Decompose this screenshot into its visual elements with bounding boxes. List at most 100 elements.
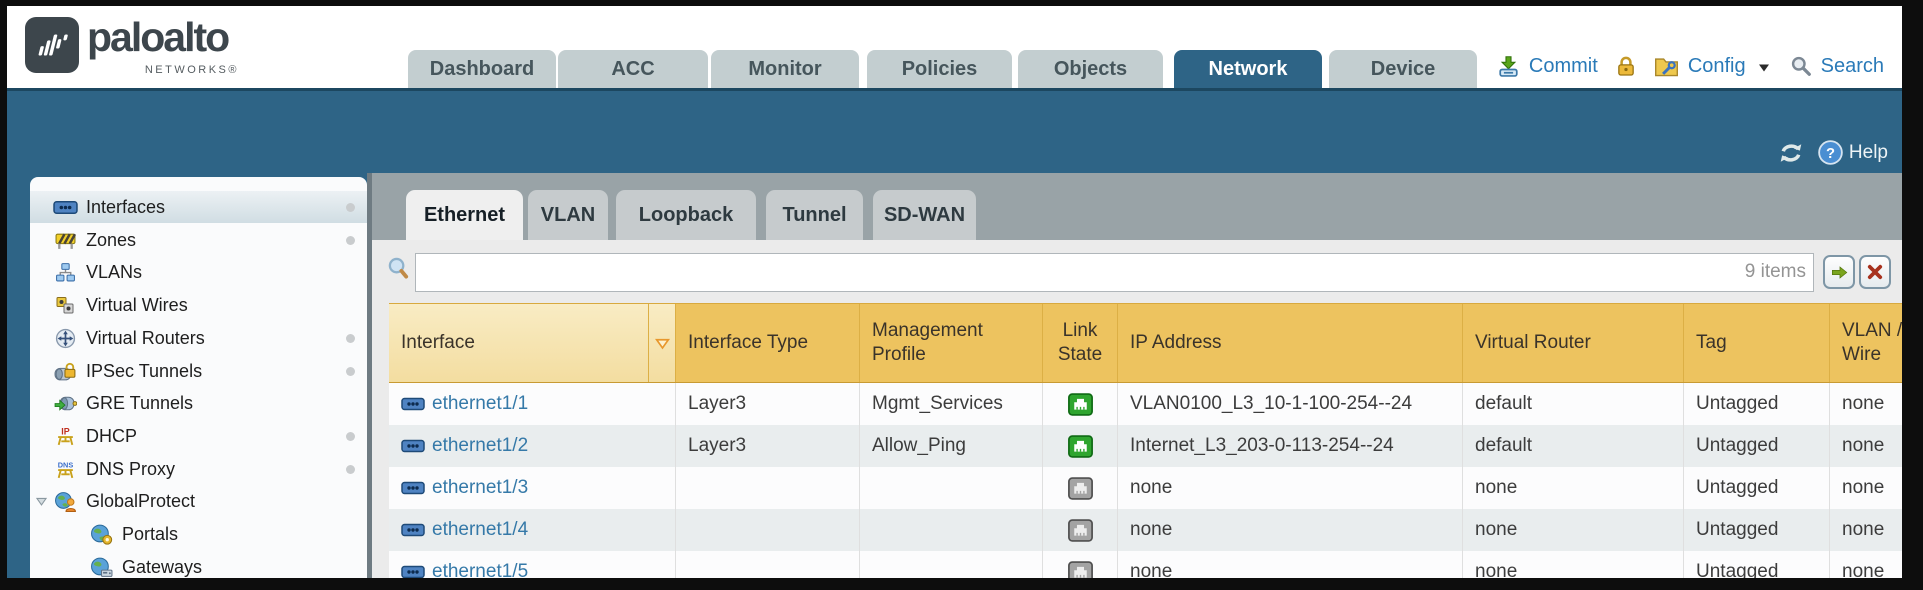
tab-sd-wan[interactable]: SD-WAN bbox=[873, 190, 976, 240]
tab-device[interactable]: Device bbox=[1329, 50, 1477, 88]
pan-os-window: paloalto NETWORKS® DashboardACCMonitorPo… bbox=[0, 0, 1923, 590]
gateways-icon bbox=[88, 557, 114, 578]
sidebar-item-dhcp[interactable]: IPDHCP bbox=[30, 420, 367, 452]
link-up-icon bbox=[1068, 393, 1093, 416]
cell-link-state bbox=[1043, 383, 1118, 425]
sidebar-item-interfaces[interactable]: Interfaces bbox=[30, 191, 367, 223]
sidebar-item-label: DHCP bbox=[86, 426, 137, 447]
clear-filter-button[interactable] bbox=[1859, 255, 1891, 289]
table-row[interactable]: ethernet1/4nonenoneUntaggednone bbox=[389, 509, 1902, 551]
table-row[interactable]: ethernet1/2Layer3Allow_PingInternet_L3_2… bbox=[389, 425, 1902, 467]
interface-link[interactable]: ethernet1/3 bbox=[432, 477, 528, 499]
interface-link[interactable]: ethernet1/4 bbox=[432, 519, 528, 541]
tab-loopback[interactable]: Loopback bbox=[616, 190, 756, 240]
tab-dashboard[interactable]: Dashboard bbox=[408, 50, 556, 88]
interfaces-icon bbox=[52, 199, 78, 216]
chevron-down-icon[interactable] bbox=[1757, 63, 1771, 73]
expander-icon[interactable] bbox=[35, 495, 48, 513]
sidebar-item-zones[interactable]: Zones bbox=[30, 224, 367, 256]
refresh-icon[interactable] bbox=[1778, 141, 1804, 165]
ipsec-tunnels-icon bbox=[52, 362, 78, 381]
sidebar-item-virtual-routers[interactable]: Virtual Routers bbox=[30, 322, 367, 354]
column-header-tag[interactable]: Tag bbox=[1684, 304, 1830, 382]
commit-button[interactable]: Commit bbox=[1529, 55, 1598, 78]
link-up-icon bbox=[1068, 435, 1093, 458]
cell-tag: Untagged bbox=[1684, 467, 1830, 509]
interface-link[interactable]: ethernet1/5 bbox=[432, 561, 528, 578]
column-header-link-state[interactable]: Link State bbox=[1043, 304, 1118, 382]
tab-monitor[interactable]: Monitor bbox=[711, 50, 859, 88]
cell-vlan-wire: none bbox=[1830, 383, 1902, 425]
column-header-vlan-wire[interactable]: VLAN / Wire bbox=[1830, 304, 1902, 382]
column-header-interface-type[interactable]: Interface Type bbox=[676, 304, 860, 382]
table-row[interactable]: ethernet1/5nonenoneUntaggednone bbox=[389, 551, 1902, 578]
cell-ip-address: VLAN0100_L3_10-1-100-254--24 bbox=[1118, 383, 1463, 425]
cell-interface: ethernet1/2 bbox=[389, 425, 676, 467]
sidebar-item-dns-proxy[interactable]: DNSDNS Proxy bbox=[30, 453, 367, 485]
search-icon[interactable] bbox=[1790, 55, 1812, 77]
item-dot bbox=[346, 334, 355, 343]
tab-vlan[interactable]: VLAN bbox=[528, 190, 608, 240]
svg-text:DNS: DNS bbox=[57, 460, 73, 469]
cell-vlan-wire: none bbox=[1830, 509, 1902, 551]
interface-link[interactable]: ethernet1/1 bbox=[432, 393, 528, 415]
tab-objects[interactable]: Objects bbox=[1018, 50, 1163, 88]
sidebar-item-portals[interactable]: Portals bbox=[30, 518, 367, 550]
sort-dropdown-icon[interactable] bbox=[649, 304, 676, 382]
cell-link-state bbox=[1043, 467, 1118, 509]
column-header-ip-address[interactable]: IP Address bbox=[1118, 304, 1463, 382]
lock-icon[interactable] bbox=[1615, 55, 1637, 77]
app-frame: paloalto NETWORKS® DashboardACCMonitorPo… bbox=[7, 6, 1902, 578]
sidebar-item-label: Portals bbox=[122, 524, 178, 545]
cell-management-profile: Allow_Ping bbox=[860, 425, 1043, 467]
tab-acc[interactable]: ACC bbox=[558, 50, 708, 88]
tab-ethernet[interactable]: Ethernet bbox=[406, 190, 523, 240]
sidebar-item-vlans[interactable]: VLANs bbox=[30, 256, 367, 288]
sidebar-item-virtual-wires[interactable]: Virtual Wires bbox=[30, 289, 367, 321]
globalprotect-icon bbox=[52, 491, 78, 512]
sidebar-item-gateways[interactable]: Gateways bbox=[30, 551, 367, 578]
portals-icon bbox=[88, 524, 114, 545]
ethernet-port-icon bbox=[401, 480, 425, 496]
ethernet-port-icon bbox=[401, 396, 425, 412]
column-header-virtual-router[interactable]: Virtual Router bbox=[1463, 304, 1684, 382]
cell-tag: Untagged bbox=[1684, 551, 1830, 578]
tab-policies[interactable]: Policies bbox=[867, 50, 1012, 88]
cell-virtual-router: none bbox=[1463, 509, 1684, 551]
interface-link[interactable]: ethernet1/2 bbox=[432, 435, 528, 457]
zones-icon bbox=[52, 231, 78, 250]
tab-network[interactable]: Network bbox=[1174, 50, 1322, 88]
table-row[interactable]: ethernet1/3nonenoneUntaggednone bbox=[389, 467, 1902, 509]
tab-tunnel[interactable]: Tunnel bbox=[766, 190, 863, 240]
table-header-row: Interface Interface TypeManagement Profil… bbox=[389, 303, 1902, 383]
search-button[interactable]: Search bbox=[1821, 55, 1884, 78]
cell-vlan-wire: none bbox=[1830, 425, 1902, 467]
cell-interface: ethernet1/4 bbox=[389, 509, 676, 551]
column-header-interface[interactable]: Interface bbox=[389, 304, 649, 382]
cell-link-state bbox=[1043, 551, 1118, 578]
sidebar-item-label: GRE Tunnels bbox=[86, 393, 193, 414]
cell-management-profile bbox=[860, 467, 1043, 509]
help-label[interactable]: Help bbox=[1849, 142, 1888, 164]
cell-ip-address: none bbox=[1118, 509, 1463, 551]
sidebar-item-globalprotect[interactable]: GlobalProtect bbox=[30, 485, 367, 517]
config-icon[interactable] bbox=[1654, 55, 1679, 78]
cell-virtual-router: default bbox=[1463, 383, 1684, 425]
filter-input[interactable] bbox=[415, 253, 1814, 292]
paloalto-logo-icon bbox=[25, 17, 79, 73]
commit-icon[interactable] bbox=[1497, 55, 1520, 78]
gre-tunnels-icon bbox=[52, 394, 78, 413]
apply-filter-button[interactable] bbox=[1823, 255, 1855, 289]
table-row[interactable]: ethernet1/1Layer3Mgmt_ServicesVLAN0100_L… bbox=[389, 383, 1902, 425]
cell-ip-address: none bbox=[1118, 467, 1463, 509]
brand-sub-wordmark: NETWORKS® bbox=[87, 64, 239, 76]
cell-interface: ethernet1/3 bbox=[389, 467, 676, 509]
config-menu[interactable]: Config bbox=[1688, 55, 1746, 78]
sidebar-item-gre-tunnels[interactable]: GRE Tunnels bbox=[30, 387, 367, 419]
column-header-management-profile[interactable]: Management Profile bbox=[860, 304, 1043, 382]
header-actions: Commit Config bbox=[1497, 46, 1884, 86]
filter-row: 9 items bbox=[372, 250, 1902, 294]
help-icon[interactable]: ? bbox=[1818, 140, 1843, 165]
cell-tag: Untagged bbox=[1684, 509, 1830, 551]
sidebar-item-ipsec-tunnels[interactable]: IPSec Tunnels bbox=[30, 355, 367, 387]
